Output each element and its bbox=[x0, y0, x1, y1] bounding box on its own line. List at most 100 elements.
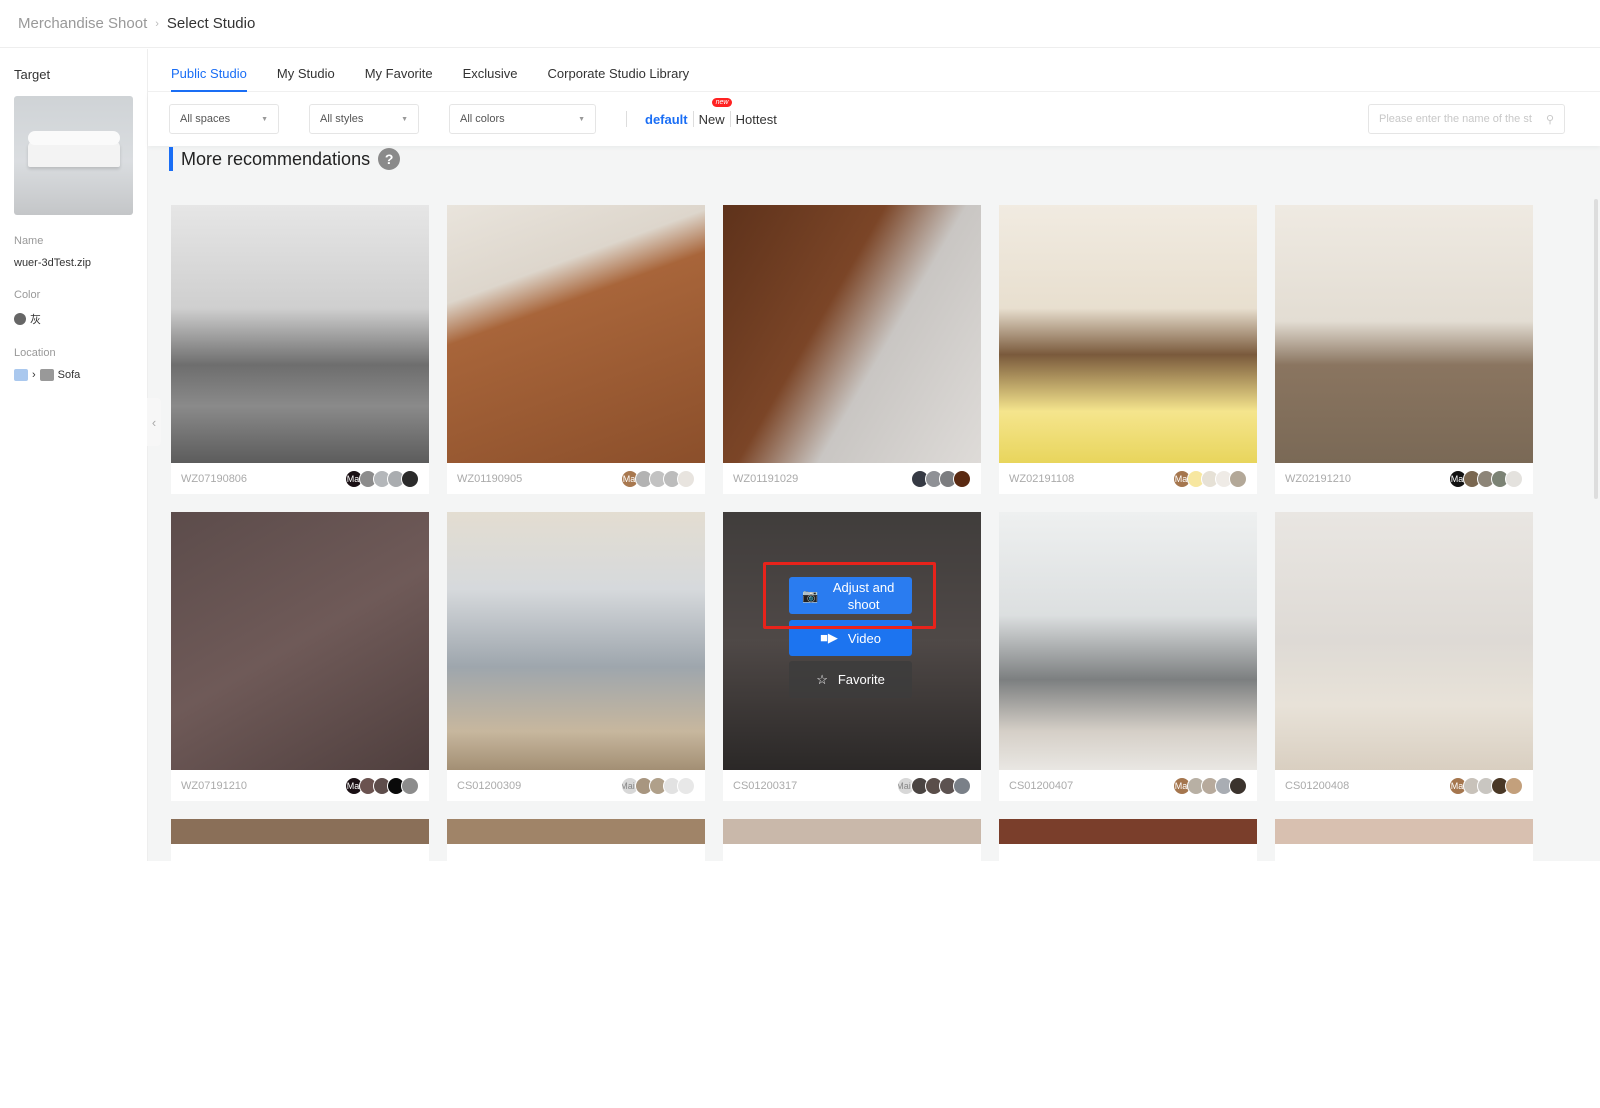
color-swatches: Main bbox=[621, 776, 695, 795]
studio-code: WZ07190806 bbox=[181, 472, 248, 485]
studio-code: WZ01191029 bbox=[733, 472, 799, 485]
colors-select-value: All colors bbox=[460, 113, 505, 125]
color-swatches: Mai bbox=[1449, 469, 1523, 488]
color-swatches: Mai bbox=[1173, 469, 1247, 488]
tab-exclusive[interactable]: Exclusive bbox=[463, 49, 518, 92]
studio-card[interactable]: WZ01191029 bbox=[723, 205, 981, 494]
sidebar-title: Target bbox=[14, 67, 51, 82]
name-value: wuer-3dTest.zip bbox=[14, 257, 92, 269]
sort-default[interactable]: default bbox=[645, 112, 688, 127]
color-swatch bbox=[1229, 469, 1247, 488]
studio-grid: WZ07190806 Mai WZ01190905 Mai WZ01191029 W… bbox=[171, 205, 1533, 1108]
section-title: More recommendations bbox=[181, 148, 371, 169]
studio-preview-image[interactable] bbox=[999, 205, 1257, 463]
name-label: Name bbox=[14, 235, 44, 247]
studio-card[interactable] bbox=[999, 819, 1257, 1108]
studio-preview-image[interactable] bbox=[447, 512, 705, 770]
studio-card[interactable]: CS01200309 Main bbox=[447, 512, 705, 801]
color-swatches: Main bbox=[897, 776, 971, 795]
studio-card[interactable]: WZ02191210 Mai bbox=[1275, 205, 1533, 494]
filter-bar: All spaces ▼ All styles ▼ All colors ▼ defa… bbox=[148, 92, 1600, 146]
highlight-box bbox=[763, 562, 936, 629]
main-content: Public Studio My Studio My Favorite Excl… bbox=[148, 49, 1600, 1108]
help-icon[interactable]: ? bbox=[378, 148, 401, 170]
styles-select[interactable]: All styles ▼ bbox=[309, 104, 419, 134]
chevron-right-icon: › bbox=[32, 369, 36, 381]
new-badge: new bbox=[711, 97, 733, 107]
color-swatch bbox=[1505, 469, 1523, 488]
section-header: More recommendations ? bbox=[169, 147, 401, 171]
studio-code: WZ02191210 bbox=[1285, 472, 1352, 485]
target-sidebar: Target Name wuer-3dTest.zip Color 灰 Loca… bbox=[0, 49, 148, 861]
studio-card[interactable] bbox=[1275, 819, 1533, 1108]
root-folder-icon[interactable] bbox=[14, 369, 28, 381]
divider bbox=[692, 111, 694, 127]
location-value[interactable]: Sofa bbox=[58, 369, 81, 381]
studio-card[interactable]: CS01200407 Mai bbox=[999, 512, 1257, 801]
favorite-button[interactable]: ☆ Favorite bbox=[789, 661, 912, 698]
studio-code: WZ01190905 bbox=[457, 472, 523, 485]
studio-preview-image[interactable] bbox=[1275, 512, 1533, 770]
studio-preview-image[interactable] bbox=[723, 819, 981, 844]
breadcrumb-parent[interactable]: Merchandise Shoot bbox=[18, 15, 147, 32]
video-icon: ■▶ bbox=[820, 630, 838, 645]
color-swatch bbox=[953, 469, 971, 488]
sort-new-label: New bbox=[698, 111, 725, 127]
studio-preview-image[interactable] bbox=[171, 205, 429, 463]
tab-public-studio[interactable]: Public Studio bbox=[171, 49, 247, 92]
studio-preview-image[interactable] bbox=[723, 205, 981, 463]
studio-preview-image[interactable] bbox=[1275, 819, 1533, 844]
color-swatch bbox=[401, 469, 419, 488]
color-swatches: Mai bbox=[345, 776, 419, 795]
studio-preview-image[interactable] bbox=[171, 819, 429, 844]
studio-preview-image[interactable] bbox=[447, 819, 705, 844]
studio-card[interactable] bbox=[447, 819, 705, 1108]
divider bbox=[626, 111, 627, 127]
studio-preview-image[interactable] bbox=[1275, 205, 1533, 463]
breadcrumb-current: Select Studio bbox=[166, 15, 256, 32]
studio-code: CS01200317 bbox=[733, 779, 798, 792]
collapse-sidebar-button[interactable]: ‹ bbox=[147, 398, 161, 446]
studio-card[interactable]: WZ01190905 Mai bbox=[447, 205, 705, 494]
studio-card[interactable]: CS01200408 Mai bbox=[1275, 512, 1533, 801]
folder-icon bbox=[39, 369, 54, 381]
tab-my-studio[interactable]: My Studio bbox=[277, 49, 335, 92]
color-value: 灰 bbox=[30, 314, 41, 326]
studio-card[interactable]: WZ07190806 Mai bbox=[171, 205, 429, 494]
color-swatch bbox=[401, 776, 419, 795]
tab-corporate-studio-library[interactable]: Corporate Studio Library bbox=[548, 49, 690, 92]
studio-card[interactable]: WZ02191108 Mai bbox=[999, 205, 1257, 494]
studio-preview-image[interactable] bbox=[447, 205, 705, 463]
sort-hottest[interactable]: Hottest bbox=[736, 112, 777, 127]
studio-card[interactable]: WZ07191210 Mai bbox=[171, 512, 429, 801]
caret-down-icon: ▼ bbox=[578, 115, 585, 123]
target-thumbnail bbox=[14, 96, 133, 215]
studio-card[interactable] bbox=[723, 819, 981, 1108]
sort-new[interactable]: New new bbox=[698, 97, 733, 127]
studio-search-input[interactable]: Please enter the name of the st ⚲ bbox=[1368, 104, 1565, 134]
color-swatches: Mai bbox=[621, 469, 695, 488]
favorite-label: Favorite bbox=[837, 672, 885, 687]
studio-card[interactable] bbox=[171, 819, 429, 1108]
studio-card[interactable]: 📷 Adjust and shoot ■▶ Video ☆ Favorite CS01… bbox=[723, 512, 981, 801]
star-icon: ☆ bbox=[816, 671, 828, 687]
colors-select[interactable]: All colors ▼ bbox=[449, 104, 596, 134]
color-swatch bbox=[677, 776, 695, 795]
spaces-select[interactable]: All spaces ▼ bbox=[169, 104, 279, 134]
color-swatch bbox=[677, 469, 695, 488]
tab-my-favorite[interactable]: My Favorite bbox=[365, 49, 433, 92]
color-swatches bbox=[897, 469, 971, 488]
studio-preview-image[interactable]: 📷 Adjust and shoot ■▶ Video ☆ Favorite bbox=[723, 512, 981, 770]
caret-down-icon: ▼ bbox=[401, 115, 408, 123]
search-icon[interactable]: ⚲ bbox=[1546, 113, 1554, 126]
studio-preview-image[interactable] bbox=[999, 512, 1257, 770]
scrollbar[interactable] bbox=[1594, 199, 1598, 499]
caret-down-icon: ▼ bbox=[261, 115, 268, 123]
studio-preview-image[interactable] bbox=[999, 819, 1257, 844]
studio-code: WZ02191108 bbox=[1009, 472, 1075, 485]
studio-preview-image[interactable] bbox=[171, 512, 429, 770]
color-swatch bbox=[14, 313, 26, 325]
sofa-image bbox=[28, 131, 120, 167]
studio-code: WZ07191210 bbox=[181, 779, 248, 792]
video-label: Video bbox=[847, 630, 881, 646]
